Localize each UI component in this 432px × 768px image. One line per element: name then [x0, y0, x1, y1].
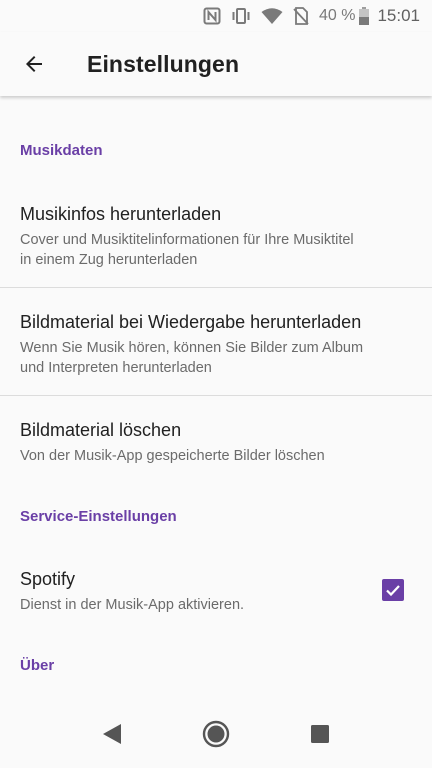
nav-back-button[interactable] — [88, 710, 136, 758]
pref-title: Bildmaterial löschen — [20, 420, 182, 440]
no-sim-icon — [293, 7, 309, 25]
status-bar: 40 % 15:01 — [0, 0, 432, 32]
pref-title: Musikinfos herunterladen — [20, 204, 222, 224]
app-bar: Einstellungen — [0, 32, 432, 96]
pref-bildmaterial-wiedergabe[interactable]: Bildmaterial bei Wiedergabe herunterlade… — [0, 310, 432, 378]
back-triangle-icon — [103, 724, 121, 744]
pref-title: Bildmaterial bei Wiedergabe herunterlade… — [20, 312, 362, 332]
checkmark-icon — [386, 585, 400, 597]
pref-summary: Dienst in der Musik-App aktivieren. — [20, 595, 412, 615]
battery-percent: 40 % — [318, 7, 356, 24]
pref-musikinfos-herunterladen[interactable]: Musikinfos herunterladen Cover und Musik… — [0, 202, 432, 270]
clock: 15:01 — [377, 6, 420, 25]
recents-square-icon — [311, 725, 329, 743]
navigation-bar — [0, 700, 432, 768]
pref-summary-line: Cover und Musiktitelinformationen für Ih… — [20, 232, 354, 248]
vibrate-icon — [231, 7, 251, 25]
section-header-ueber: Über — [20, 657, 55, 674]
pref-summary-line: und Interpreten herunterladen — [20, 360, 212, 376]
pref-summary: Von der Musik-App gespeicherte Bilder lö… — [20, 446, 412, 466]
pref-title: Spotify — [20, 569, 76, 589]
pref-summary-line: Dienst in der Musik-App aktivieren. — [20, 597, 245, 613]
pref-summary-line: Von der Musik-App gespeicherte Bilder lö… — [20, 448, 325, 464]
section-header-musikdaten: Musikdaten — [20, 142, 103, 159]
nfc-icon — [203, 7, 221, 25]
screen: 40 % 15:01 Einstellungen Musikdaten Musi… — [0, 0, 432, 768]
battery-icon — [359, 7, 370, 25]
pref-summary-line: Wenn Sie Musik hören, können Sie Bilder … — [20, 340, 364, 356]
back-button[interactable] — [6, 36, 62, 92]
spotify-checkbox[interactable] — [382, 579, 404, 601]
divider — [0, 287, 432, 288]
home-circle-icon — [202, 720, 230, 748]
page-title: Einstellungen — [87, 50, 240, 77]
nav-recents-button[interactable] — [296, 710, 344, 758]
wifi-icon — [261, 7, 283, 25]
pref-summary-line: in einem Zug herunterladen — [20, 252, 198, 268]
pref-bildmaterial-loeschen[interactable]: Bildmaterial löschen Von der Musik-App g… — [0, 418, 432, 466]
divider — [0, 395, 432, 396]
section-header-service-einstellungen: Service-Einstellungen — [20, 508, 177, 525]
pref-spotify[interactable]: Spotify Dienst in der Musik-App aktivier… — [0, 567, 432, 615]
settings-list[interactable]: Musikdaten Musikinfos herunterladen Cove… — [0, 96, 432, 700]
pref-summary: Wenn Sie Musik hören, können Sie Bilder … — [20, 338, 412, 378]
arrow-back-icon — [26, 56, 42, 72]
nav-home-button[interactable] — [192, 710, 240, 758]
pref-summary: Cover und Musiktitelinformationen für Ih… — [20, 230, 412, 270]
